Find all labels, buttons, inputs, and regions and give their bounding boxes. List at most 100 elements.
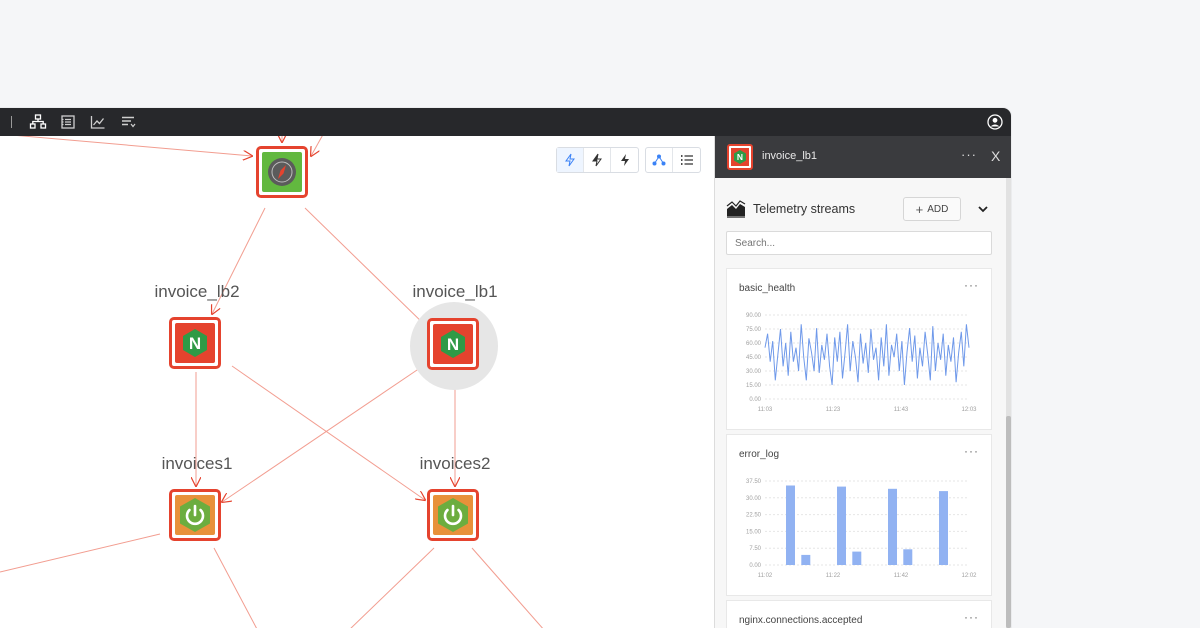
node-label-invoice-lb2: invoice_lb2 [154,282,240,301]
panel-title: invoice_lb1 [762,150,818,162]
x-tick-label: 12:03 [961,407,977,413]
lightning-filled-button[interactable] [611,148,638,172]
lightning-half-icon [592,153,602,167]
add-stream-button[interactable]: + ADD [903,197,961,221]
edge [304,207,428,328]
invoices1-node[interactable] [169,489,221,541]
node-label-invoice-lb1: invoice_lb1 [412,282,498,301]
y-tick-label: 22.50 [746,513,762,519]
y-tick-label: 45.00 [746,355,762,361]
nginx-icon: N [433,324,473,364]
basic-health-series-line [764,324,970,386]
nginx-icon: N [175,323,215,363]
lightning-filled-icon [620,154,629,166]
y-tick-label: 15.00 [746,383,762,389]
y-tick-label: 15.00 [746,529,762,535]
x-tick-label: 11:42 [894,573,909,579]
y-tick-label: 75.00 [746,327,762,333]
x-tick-label: 12:02 [961,573,977,579]
edge-mode-toolbar [556,147,639,173]
x-tick-label: 11:43 [894,407,909,413]
x-tick-label: 11:02 [758,573,773,579]
add-label: ADD [927,203,949,215]
stream-search-input[interactable] [726,231,992,255]
x-tick-label: 11:22 [826,573,841,579]
svg-text:N: N [737,152,743,162]
stream-card-title: nginx.connections.accepted [739,615,863,626]
plus-icon: + [915,201,924,217]
y-tick-label: 30.00 [746,369,762,375]
edge [0,533,161,573]
y-tick-label: 30.00 [746,496,762,502]
y-tick-label: 60.00 [746,341,762,347]
y-tick-label: 37.50 [746,479,762,485]
error-log-bar [801,554,811,565]
topology-canvas[interactable]: invoice_lb2 N invoice_lb1 N invoices1 in… [0,136,714,628]
svg-text:N: N [189,334,201,353]
top-bar [0,108,1011,136]
error-log-bar [837,486,846,565]
error-log-bar [852,551,862,565]
user-avatar-icon[interactable] [987,114,1003,130]
edge [231,365,425,500]
error-log-bar-chart: 37.50 30.00 22.50 15.00 7.50 0.00 11:02 11:22 11… [746,479,977,579]
panel-scrollbar-thumb[interactable] [1006,416,1011,628]
lightning-outline-icon [565,153,575,167]
edge [222,367,421,502]
list-icon[interactable] [59,113,77,131]
graph-view-button[interactable] [646,148,673,172]
error-log-bar [888,488,897,565]
x-tick-label: 11:23 [826,407,841,413]
y-tick-label: 7.50 [749,546,761,552]
telemetry-icon [726,200,746,218]
stream-card-more-button[interactable]: ··· [964,610,979,624]
details-panel: N invoice_lb1 ··· X Telemetry streams + … [714,136,1011,628]
app-window: invoice_lb2 N invoice_lb1 N invoices1 in… [0,108,1011,628]
invoice-lb1-node[interactable]: N [427,318,479,370]
lightning-outline-button[interactable] [557,148,584,172]
view-mode-toolbar [645,147,701,173]
node-label-invoices1: invoices1 [161,454,233,473]
spring-power-icon [175,495,215,535]
graph-view-icon [652,154,666,166]
error-log-bar [786,485,795,565]
panel-body: Telemetry streams + ADD basic_health ···… [715,178,1007,628]
topology-edges [0,136,544,628]
y-tick-label: 0.00 [749,563,761,569]
panel-close-button[interactable]: X [991,148,1000,164]
edge [350,547,435,628]
lightning-half-button[interactable] [584,148,611,172]
y-tick-label: 90.00 [746,313,762,319]
error-log-bar [939,491,948,565]
stream-card-basic-health: basic_health ··· 90.00 75.00 60.00 45.00 30.… [726,268,992,430]
chart-icon[interactable] [89,113,107,131]
nginx-icon: N [731,148,749,166]
invoices2-node[interactable] [427,489,479,541]
svg-text:N: N [447,335,459,354]
panel-node-icon: N [727,144,753,170]
compass-icon [262,152,302,192]
panel-header: N invoice_lb1 ··· X [715,136,1011,178]
edge [213,547,257,628]
chevron-down-icon[interactable] [977,203,989,215]
list-view-icon [680,155,693,165]
filter-icon[interactable] [119,113,137,131]
x-tick-label: 11:03 [758,407,773,413]
spring-power-icon [433,495,473,535]
topology-icon[interactable] [29,113,47,131]
edge [471,547,544,628]
stream-card-nginx-connections: nginx.connections.accepted ··· [726,600,992,628]
edge [17,136,252,156]
toolbar-divider [11,116,12,128]
telemetry-streams-title: Telemetry streams [753,202,856,216]
invoice-lb2-node[interactable]: N [169,317,221,369]
error-log-bar [903,549,913,565]
panel-more-button[interactable]: ··· [961,147,977,162]
compass-service-node[interactable] [256,146,308,198]
edge [311,136,323,156]
y-tick-label: 0.00 [749,397,761,403]
basic-health-line-chart: 90.00 75.00 60.00 45.00 30.00 15.00 0.00 11:03 1… [746,313,977,413]
node-label-invoices2: invoices2 [419,454,491,473]
stream-card-error-log: error_log ··· 37.50 30.00 22.50 15.00 7.50 0.… [726,434,992,596]
list-view-button[interactable] [673,148,700,172]
